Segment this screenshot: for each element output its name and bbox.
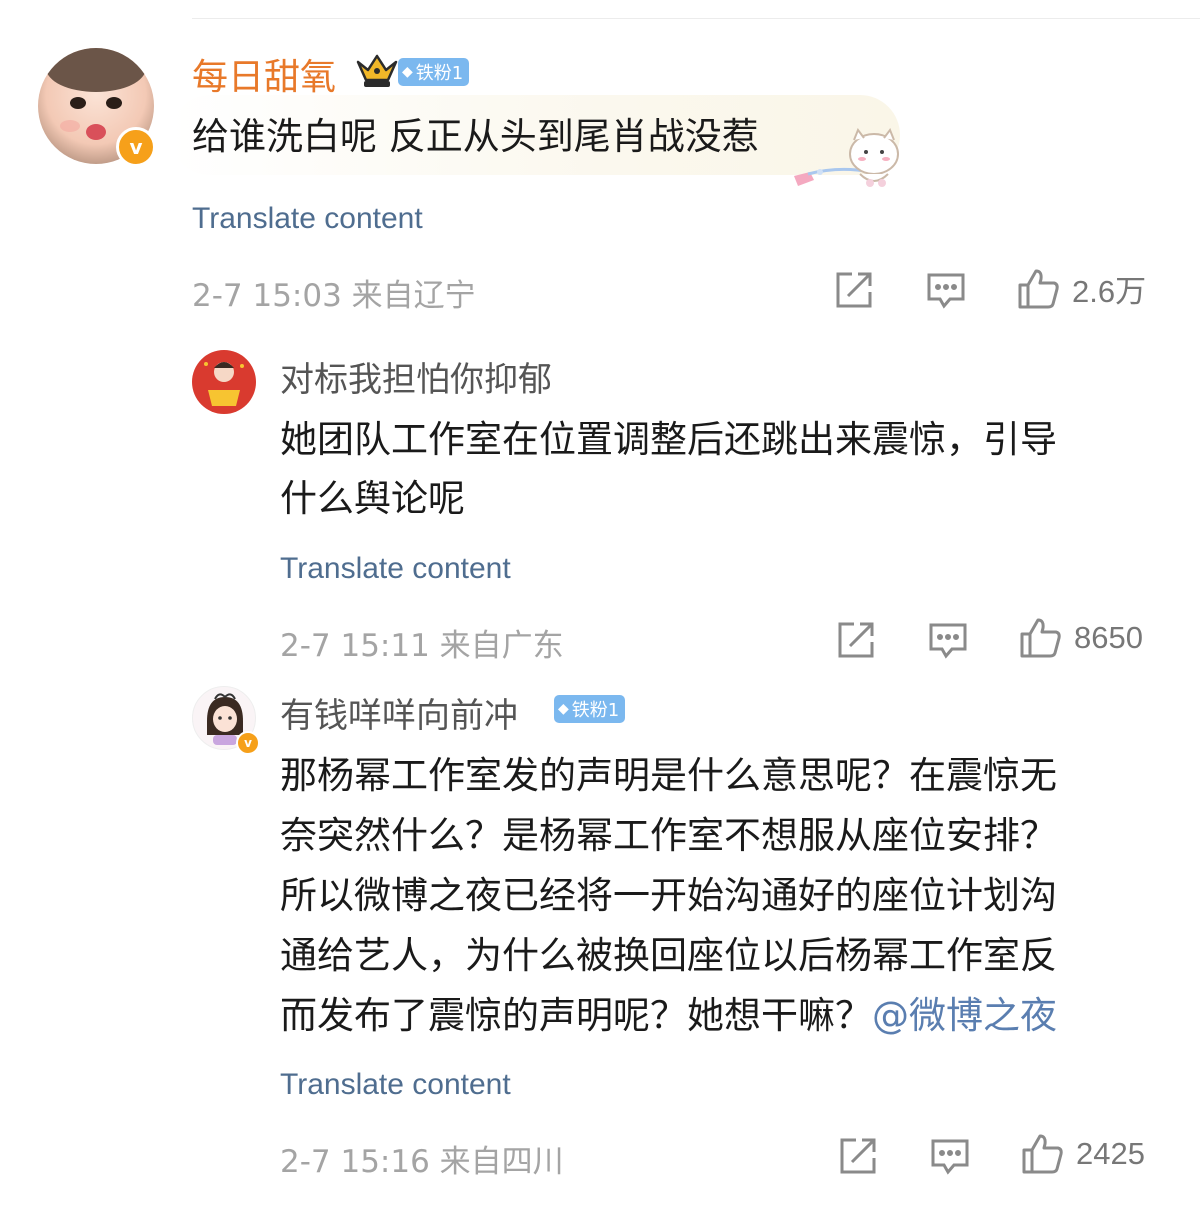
translate-link[interactable]: Translate content (192, 202, 423, 236)
avatar[interactable] (192, 350, 256, 414)
comment-button[interactable] (930, 1138, 970, 1176)
comment-text: 给谁洗白呢 反正从头到尾肖战没惹 (192, 115, 759, 158)
share-button[interactable] (838, 1136, 878, 1176)
comment-icon (927, 273, 965, 309)
username[interactable]: 每日甜氧 (192, 48, 336, 100)
like-icon (1022, 1134, 1063, 1174)
like-button[interactable]: 2.6万 (1016, 266, 1146, 311)
comment-meta: 2-7 15:11 来自广东 (280, 628, 564, 664)
like-count: 2.6万 (1072, 274, 1147, 309)
verified-icon: v (116, 127, 156, 167)
username[interactable]: 对标我担怕你抑郁 (280, 352, 552, 401)
comment-meta: 2-7 15:16 来自四川 (280, 1144, 564, 1180)
share-icon (840, 1138, 876, 1174)
like-icon (1018, 269, 1059, 308)
comment-icon (929, 623, 967, 659)
share-button[interactable] (836, 620, 876, 660)
share-button[interactable] (834, 270, 874, 310)
diamond-icon: ◆ (558, 701, 569, 717)
comment-meta: 2-7 15:03 来自辽宁 (192, 278, 476, 314)
mention-link[interactable]: @微博之夜 (872, 994, 1057, 1037)
top-divider (192, 18, 1200, 19)
fan-badge[interactable]: ◆ 铁粉1 (398, 58, 470, 86)
like-count: 2425 (1076, 1136, 1145, 1171)
username[interactable]: 有钱咩咩向前冲 (280, 688, 518, 737)
like-count: 8650 (1074, 620, 1143, 655)
like-button[interactable]: 2425 (1020, 1132, 1145, 1176)
like-button[interactable]: 8650 (1018, 616, 1143, 660)
translate-link[interactable]: Translate content (280, 1068, 511, 1102)
share-icon (838, 622, 874, 658)
comment-icon (931, 1139, 969, 1175)
comment-text: 那杨幂工作室发的声明是什么意思呢？在震惊无 奈突然什么？是杨幂工作室不想服从座位… (280, 746, 1057, 1046)
comment-button[interactable] (926, 272, 966, 310)
crown-icon (354, 50, 400, 96)
sticker-icon (790, 127, 905, 198)
like-icon (1020, 618, 1061, 658)
comment-text: 她团队工作室在位置调整后还跳出来震惊，引导 什么舆论呢 (280, 418, 1057, 520)
share-icon (836, 272, 872, 308)
fan-badge[interactable]: ◆ 铁粉1 (554, 695, 626, 723)
comment-button[interactable] (928, 622, 968, 660)
verified-icon: v (236, 731, 260, 755)
translate-link[interactable]: Translate content (280, 552, 511, 586)
diamond-icon: ◆ (402, 64, 413, 80)
